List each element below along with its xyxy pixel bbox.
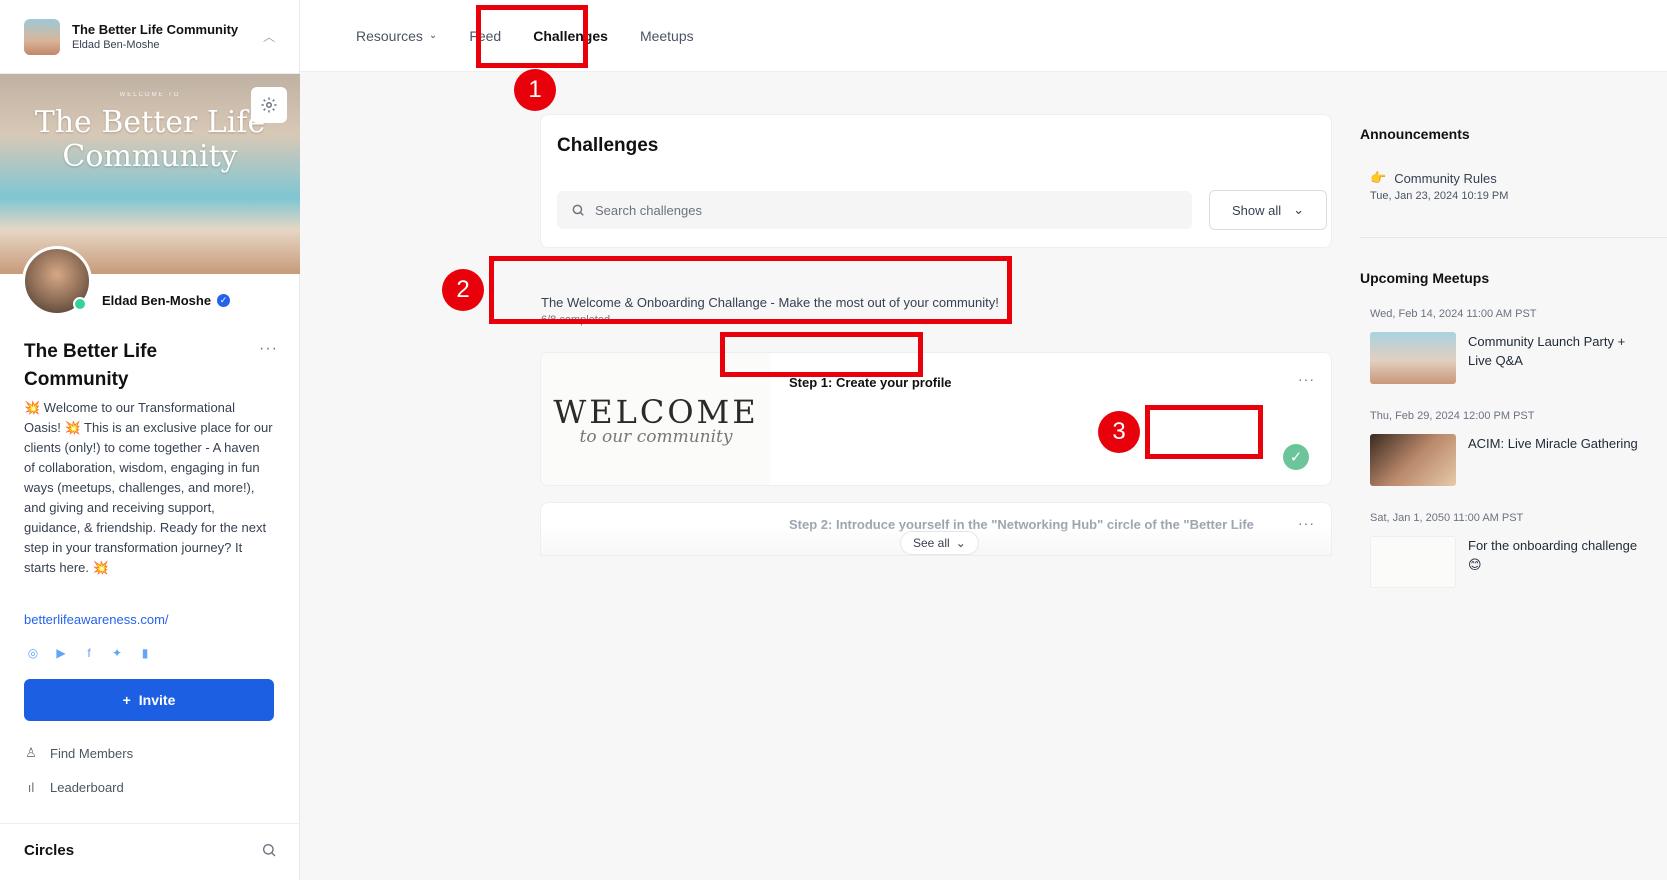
challenges-card: Challenges Search challenges Show all ⌄ bbox=[540, 114, 1332, 248]
chevron-down-icon: ⌄ bbox=[955, 536, 966, 550]
user-icon: ♙ bbox=[25, 745, 37, 760]
meetup-date: Sat, Jan 1, 2050 11:00 AM PST bbox=[1370, 512, 1524, 524]
main-content: Challenges Search challenges Show all ⌄ … bbox=[300, 72, 1667, 880]
filter-label: Show all bbox=[1231, 202, 1282, 218]
meetup-thumbnail[interactable] bbox=[1370, 434, 1456, 486]
more-options-icon[interactable]: ··· bbox=[259, 340, 278, 358]
sidebar-divider bbox=[0, 823, 299, 824]
gear-icon bbox=[261, 97, 277, 113]
search-icon bbox=[572, 204, 584, 216]
profile-row: Eldad Ben-Moshe ✓ bbox=[22, 246, 231, 316]
youtube-icon[interactable]: ▶ bbox=[54, 646, 68, 660]
see-all-button[interactable]: See all ⌄ bbox=[900, 531, 979, 555]
twitter-icon[interactable]: ✦ bbox=[110, 646, 124, 660]
announcement-item[interactable]: 👉 Community Rules bbox=[1370, 170, 1497, 186]
filter-dropdown[interactable]: Show all ⌄ bbox=[1209, 190, 1327, 230]
annotation-badge-1: 1 bbox=[514, 69, 556, 111]
chevron-down-icon: ⌄ bbox=[1293, 202, 1305, 217]
more-options-icon[interactable]: ··· bbox=[1298, 371, 1315, 387]
shop-icon[interactable]: ▮ bbox=[138, 646, 152, 660]
search-input[interactable]: Search challenges bbox=[557, 191, 1192, 229]
verified-icon: ✓ bbox=[217, 294, 231, 307]
step-title[interactable]: Step 1: Create your profile bbox=[789, 375, 952, 390]
bar-chart-icon: ıl bbox=[27, 780, 35, 795]
search-placeholder: Search challenges bbox=[595, 202, 702, 218]
right-divider bbox=[1360, 237, 1667, 238]
profile-name[interactable]: Eldad Ben-Moshe bbox=[102, 293, 211, 308]
announcements-heading: Announcements bbox=[1360, 126, 1470, 142]
community-name: The Better Life Community bbox=[24, 341, 158, 390]
tab-meetups[interactable]: Meetups bbox=[624, 0, 710, 72]
meetup-date: Wed, Feb 14, 2024 11:00 AM PST bbox=[1370, 308, 1537, 320]
online-indicator bbox=[73, 297, 87, 311]
page-title: Challenges bbox=[557, 135, 659, 156]
annotation-badge-2: 2 bbox=[442, 269, 484, 311]
invite-button[interactable]: + Invite bbox=[24, 679, 274, 721]
find-members-label: Find Members bbox=[50, 745, 134, 761]
leaderboard-label: Leaderboard bbox=[50, 780, 124, 795]
leaderboard-link[interactable]: ıl Leaderboard bbox=[24, 780, 124, 795]
announcement-title: Community Rules bbox=[1394, 170, 1497, 186]
social-links: ◎ ▶ f ✦ ▮ bbox=[26, 646, 152, 660]
announcement-date: Tue, Jan 23, 2024 10:19 PM bbox=[1370, 190, 1509, 202]
meetup-title[interactable]: For the onboarding challenge 😊 bbox=[1468, 536, 1648, 574]
pointing-hand-icon: 👉 bbox=[1370, 170, 1387, 185]
community-logo bbox=[24, 18, 60, 55]
chevron-down-icon: ⌄ bbox=[428, 30, 438, 41]
see-all-label: See all bbox=[913, 536, 950, 550]
invite-label: Invite bbox=[138, 692, 176, 708]
owner-name: Eldad Ben-Moshe bbox=[72, 39, 160, 51]
meetup-date: Thu, Feb 29, 2024 12:00 PM PST bbox=[1370, 410, 1535, 422]
community-link[interactable]: betterlifeawareness.com/ bbox=[24, 612, 169, 627]
thumbnail-welcome-text: WELCOME bbox=[553, 393, 759, 431]
annotation-badge-3: 3 bbox=[1098, 411, 1140, 453]
community-title: The Better Life Community bbox=[72, 22, 239, 37]
annotation-box-1 bbox=[476, 5, 588, 68]
meetup-thumbnail[interactable] bbox=[1370, 332, 1456, 384]
chevron-up-icon[interactable]: ︿ bbox=[263, 28, 275, 45]
tab-resources-label: Resources bbox=[356, 27, 423, 44]
avatar[interactable] bbox=[22, 246, 92, 316]
check-circle-icon[interactable]: ✓ bbox=[1283, 444, 1309, 470]
meetup-title[interactable]: ACIM: Live Miracle Gathering bbox=[1468, 434, 1648, 453]
settings-button[interactable] bbox=[251, 87, 287, 123]
meetup-title[interactable]: Community Launch Party + Live Q&A bbox=[1468, 332, 1648, 370]
community-switcher[interactable]: The Better Life Community Eldad Ben-Mosh… bbox=[0, 0, 299, 74]
tab-resources[interactable]: Resources ⌄ bbox=[340, 0, 453, 72]
sidebar: The Better Life Community Eldad Ben-Mosh… bbox=[0, 0, 300, 880]
search-icon[interactable] bbox=[261, 842, 277, 858]
annotation-box-2 bbox=[489, 256, 1012, 324]
community-banner: WELCOME TO The Better Life Community bbox=[0, 74, 300, 274]
thumbnail-script-text: to our community bbox=[579, 427, 733, 447]
community-description: 💥 Welcome to our Transformational Oasis!… bbox=[24, 400, 273, 575]
facebook-icon[interactable]: f bbox=[82, 646, 96, 660]
instagram-icon[interactable]: ◎ bbox=[26, 646, 40, 660]
annotation-box-step bbox=[720, 332, 923, 377]
find-members-link[interactable]: ♙ Find Members bbox=[24, 745, 133, 761]
meetup-thumbnail[interactable] bbox=[1370, 536, 1456, 588]
plus-icon: + bbox=[122, 692, 131, 708]
meetups-heading: Upcoming Meetups bbox=[1360, 270, 1490, 286]
annotation-box-3 bbox=[1145, 405, 1263, 459]
circles-heading: Circles bbox=[24, 842, 75, 859]
